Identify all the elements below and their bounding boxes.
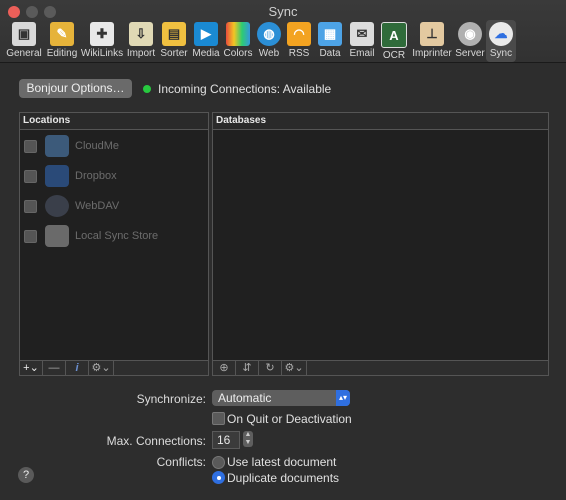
location-checkbox[interactable] (24, 199, 37, 213)
toolbar-label: Colors (223, 48, 253, 59)
toolbar-item-imprinter[interactable]: ⊥ Imprinter (410, 20, 454, 62)
connection-status-text: Incoming Connections: Available (158, 82, 332, 96)
puzzle-icon: ✚ (90, 22, 114, 46)
email-icon: ✉ (350, 22, 374, 46)
ocr-icon: A (381, 22, 407, 48)
help-button[interactable]: ? (18, 467, 34, 483)
toolbar-label: Email (349, 48, 375, 59)
databases-panel: Databases ⊕ ⇵ ↻ ⚙⌄ (212, 112, 549, 376)
import-icon: ⇩ (129, 22, 153, 46)
dropbox-icon (45, 165, 69, 187)
connection-status-indicator (143, 85, 151, 93)
webdav-icon (45, 195, 69, 217)
locations-header: Locations (20, 113, 208, 130)
toolbar-item-editing[interactable]: ✎ Editing (44, 20, 80, 62)
remove-location-button[interactable]: — (43, 361, 66, 375)
toolbar-label: Imprinter (412, 48, 452, 59)
toolbar-item-server[interactable]: ◉ Server (454, 20, 486, 62)
location-label: WebDAV (75, 200, 120, 212)
toolbar-label: WikiLinks (80, 48, 124, 59)
locations-panel: Locations CloudMe Dropbox WebDAV Local S… (19, 112, 209, 376)
media-icon: ▶ (194, 22, 218, 46)
location-checkbox[interactable] (24, 139, 37, 153)
location-item[interactable]: Local Sync Store (24, 225, 158, 247)
toolbar-label: RSS (288, 48, 310, 59)
toolbar-item-import[interactable]: ⇩ Import (124, 20, 158, 62)
title-bar: Sync ▣ General ✎ Editing ✚ WikiLinks ⇩ I… (0, 0, 566, 63)
database-add-button[interactable]: ⊕ (213, 361, 236, 375)
globe-icon: ◍ (257, 22, 281, 46)
duplicate-label: Duplicate documents (227, 471, 340, 485)
radio-duplicate[interactable] (212, 471, 225, 484)
toolbar-item-wikilinks[interactable]: ✚ WikiLinks (80, 20, 124, 62)
synchronize-label: Synchronize: (136, 392, 206, 406)
toolbar-item-sorter[interactable]: ▤ Sorter (158, 20, 190, 62)
toolbar-label: Media (192, 48, 220, 59)
max-connections-label: Max. Connections: (106, 434, 206, 448)
local-store-icon (45, 225, 69, 247)
location-item[interactable]: WebDAV (24, 195, 119, 217)
synchronize-popup[interactable]: Automatic ▴▾ (212, 390, 350, 406)
location-checkbox[interactable] (24, 169, 37, 183)
toolbar-label: Editing (46, 48, 78, 59)
toolbar-item-media[interactable]: ▶ Media (190, 20, 222, 62)
bonjour-options-button[interactable]: Bonjour Options… (19, 79, 132, 98)
toolbar-item-ocr[interactable]: A OCR (378, 20, 410, 62)
max-connections-field[interactable]: 16 (212, 431, 240, 449)
database-refresh-button[interactable]: ↻ (259, 361, 282, 375)
colors-icon (226, 22, 250, 46)
location-action-menu[interactable]: ⚙⌄ (89, 361, 114, 375)
use-latest-label: Use latest document (227, 455, 337, 469)
location-item[interactable]: CloudMe (24, 135, 119, 157)
toolbar-item-email[interactable]: ✉ Email (346, 20, 378, 62)
general-icon: ▣ (12, 22, 36, 46)
location-item[interactable]: Dropbox (24, 165, 117, 187)
toolbar-label: Sync (489, 48, 513, 59)
cloudme-icon (45, 135, 69, 157)
database-action-menu[interactable]: ⚙⌄ (282, 361, 307, 375)
preferences-window: Sync ▣ General ✎ Editing ✚ WikiLinks ⇩ I… (0, 0, 566, 500)
toolbar-label: Data (319, 48, 341, 59)
location-label: Dropbox (75, 170, 117, 182)
quit-deactivation-checkbox[interactable] (212, 412, 225, 425)
quit-deactivation-label: On Quit or Deactivation (227, 412, 352, 426)
toolbar-label: OCR (382, 50, 406, 61)
toolbar-item-web[interactable]: ◍ Web (254, 20, 284, 62)
chevron-updown-icon: ▴▾ (336, 390, 350, 406)
location-label: CloudMe (75, 140, 120, 152)
max-connections-stepper[interactable]: ▲ ▼ (243, 431, 253, 447)
server-icon: ◉ (458, 22, 482, 46)
databases-footer: ⊕ ⇵ ↻ ⚙⌄ (213, 360, 548, 375)
conflicts-label: Conflicts: (156, 455, 206, 469)
toolbar-item-sync[interactable]: ☁ Sync (486, 20, 516, 62)
location-checkbox[interactable] (24, 229, 37, 243)
toolbar-label: Sorter (160, 48, 188, 59)
toolbar-label: Web (258, 48, 280, 59)
toolbar-label: General (6, 48, 42, 59)
sorter-icon: ▤ (162, 22, 186, 46)
cloud-sync-icon: ☁ (489, 22, 513, 46)
location-label: Local Sync Store (75, 230, 159, 242)
radio-use-latest[interactable] (212, 456, 225, 469)
rss-icon: ◠ (287, 22, 311, 46)
toolbar-item-data[interactable]: ▦ Data (314, 20, 346, 62)
databases-header: Databases (213, 113, 548, 130)
synchronize-value: Automatic (218, 391, 272, 405)
toolbar-item-colors[interactable]: Colors (222, 20, 254, 62)
data-icon: ▦ (318, 22, 342, 46)
database-sync-button[interactable]: ⇵ (236, 361, 259, 375)
stamp-icon: ⊥ (420, 22, 444, 46)
toolbar-item-general[interactable]: ▣ General (4, 20, 44, 62)
pencil-icon: ✎ (50, 22, 74, 46)
toolbar-label: Import (126, 48, 156, 59)
window-title: Sync (268, 4, 298, 19)
add-location-button[interactable]: +⌄ (20, 361, 43, 375)
locations-footer: +⌄ — i ⚙⌄ (20, 360, 208, 375)
info-button[interactable]: i (66, 361, 89, 375)
toolbar-item-rss[interactable]: ◠ RSS (284, 20, 314, 62)
toolbar-label: Server (455, 48, 485, 59)
